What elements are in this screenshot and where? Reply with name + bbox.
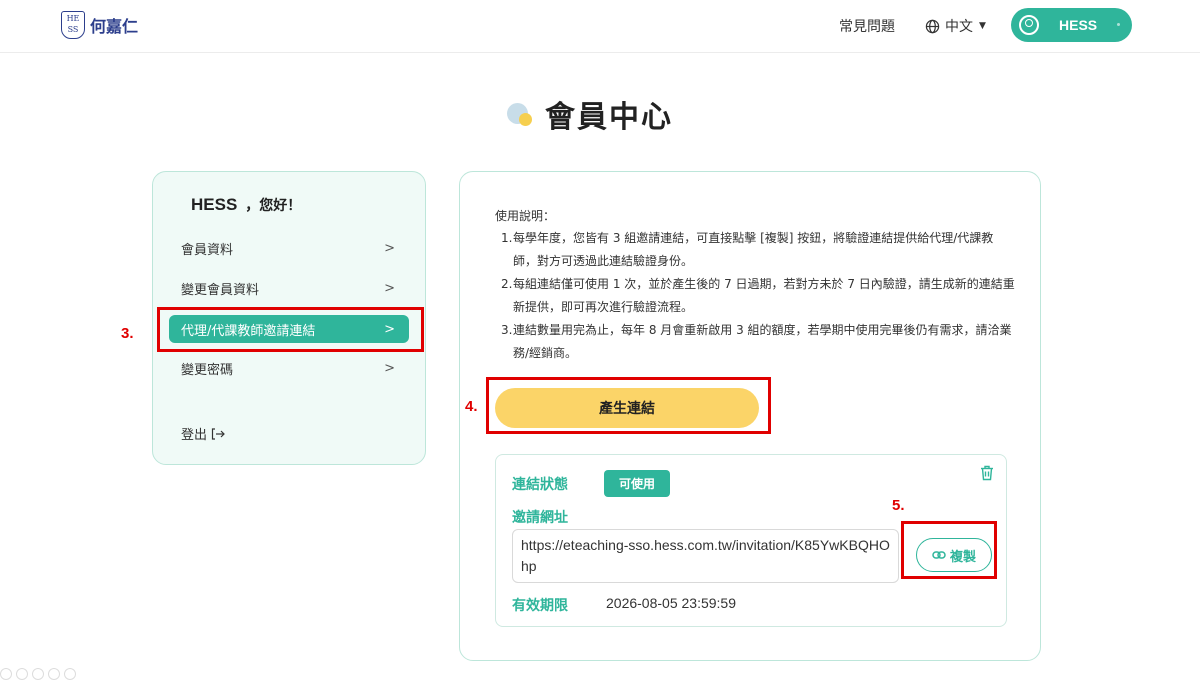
member-sidebar: HESS ，您好！ 會員資料 > 變更會員資料 > 代理/代課教師邀請連結 > 變… [152, 171, 426, 465]
hess-logo[interactable]: HE SS 何嘉仁 [61, 11, 138, 39]
page-title: 會員中心 [545, 100, 673, 135]
logo-text: 何嘉仁 [90, 17, 139, 36]
instructions-title: 使用說明： [495, 209, 556, 223]
logout-label: 登出 [181, 428, 208, 443]
instruction-item: 2. 每組連結僅可使用 1 次，並於產生後的 7 日過期，若對方未於 7 日內驗證… [501, 277, 1015, 314]
top-header: HE SS 何嘉仁 常見問題 中文 ▼ HESS [0, 0, 1200, 53]
invitation-link-card: 連結狀態 可使用 邀請網址 https://eteaching-sso.hess… [495, 454, 1007, 627]
user-menu-button[interactable]: HESS [1011, 8, 1132, 42]
annotation-number-4: 4. [465, 398, 478, 415]
expire-label: 有效期限 [512, 598, 568, 614]
generate-link-button[interactable]: 產生連結 [495, 388, 759, 428]
status-badge: 可使用 [604, 470, 670, 497]
sidebar-item-label: 變更會員資料 [181, 282, 260, 298]
invitation-panel: 使用說明： 1. 每學年度，您皆有 3 組邀請連結，可直接點擊 [複製] 按鈕，將… [459, 171, 1041, 661]
sidebar-item-change-password[interactable]: 變更密碼 > [169, 354, 409, 382]
greeting-suffix: ，您好！ [245, 198, 302, 214]
sidebar-item-label: 變更密碼 [181, 362, 234, 378]
chevron-right-icon: > [384, 280, 395, 296]
sidebar-item-label: 會員資料 [181, 242, 234, 258]
status-label: 連結狀態 [512, 477, 568, 493]
instruction-item: 3. 連結數量用完為止，每年 8 月會重新啟用 3 組的額度，若學期中使用完畢後仍… [501, 323, 1012, 360]
user-name: HESS [1059, 17, 1098, 33]
greeting-name: HESS [191, 195, 238, 214]
logout-link[interactable]: 登出 [181, 424, 225, 443]
decorative-dots [0, 668, 76, 680]
link-icon [932, 551, 946, 559]
sidebar-item-edit-member-info[interactable]: 變更會員資料 > [169, 274, 409, 302]
annotation-number-3: 3. [121, 325, 134, 342]
sidebar-item-invitation-link[interactable]: 代理/代課教師邀請連結 > [169, 315, 409, 343]
chevron-right-icon: > [384, 321, 395, 337]
globe-icon [925, 19, 940, 33]
chevron-right-icon: > [384, 240, 395, 256]
hess-logo-mark: HE SS [61, 11, 85, 39]
greeting: HESS ，您好！ [191, 195, 301, 215]
instruction-item: 1. 每學年度，您皆有 3 組邀請連結，可直接點擊 [複製] 按鈕，將驗證連結提供… [501, 231, 994, 268]
caret-down-icon: ▼ [979, 21, 986, 31]
sidebar-item-label: 代理/代課教師邀請連結 [181, 323, 316, 339]
annotation-number-5: 5. [892, 497, 905, 514]
chevron-right-icon: > [384, 360, 395, 376]
sidebar-item-member-info[interactable]: 會員資料 > [169, 234, 409, 262]
invitation-url-field[interactable]: https://eteaching-sso.hess.com.tw/invita… [512, 529, 899, 583]
url-label: 邀請網址 [512, 510, 568, 526]
instructions-list: 1. 每學年度，您皆有 3 組邀請連結，可直接點擊 [複製] 按鈕，將驗證連結提供… [501, 227, 1016, 365]
copy-button[interactable]: 複製 [916, 538, 992, 572]
language-selector[interactable]: 中文 ▼ [925, 16, 986, 36]
language-label: 中文 [945, 19, 973, 35]
bubble-icon [507, 99, 537, 129]
trash-icon[interactable] [980, 465, 994, 481]
copy-button-label: 複製 [949, 549, 976, 565]
logout-icon [211, 427, 225, 440]
page-title-group: 會員中心 [507, 92, 673, 136]
expire-value: 2026-08-05 23:59:59 [606, 595, 736, 611]
faq-link[interactable]: 常見問題 [839, 16, 895, 36]
user-icon [1019, 15, 1039, 35]
menu-dot-icon [1117, 23, 1120, 26]
